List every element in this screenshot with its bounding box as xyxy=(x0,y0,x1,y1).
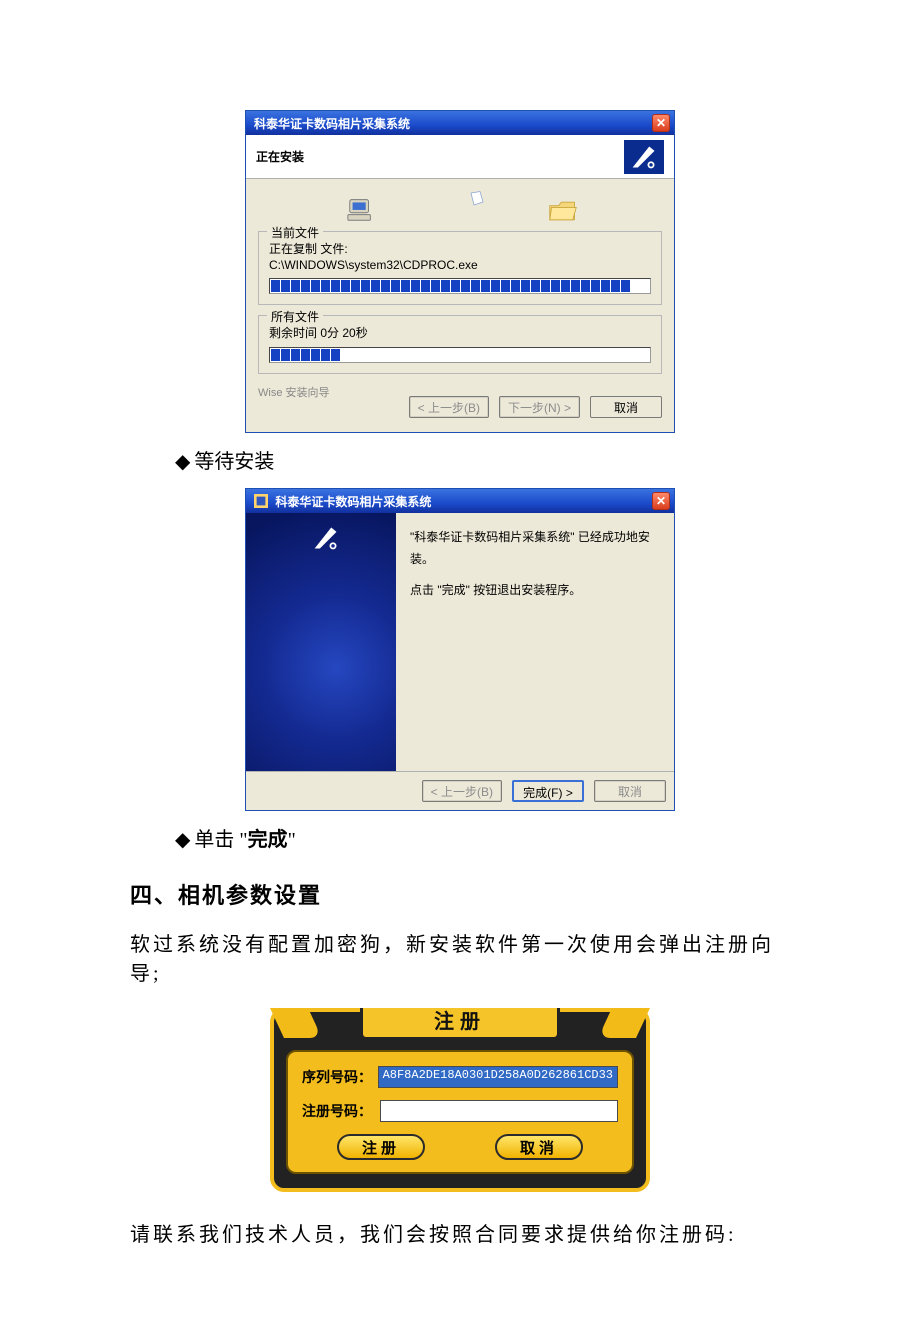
section-4-heading: 四、相机参数设置 xyxy=(130,878,790,910)
copy-animation xyxy=(258,185,662,227)
current-file-group: 当前文件 正在复制 文件: C:\WINDOWS\system32\CDPROC… xyxy=(258,231,662,305)
current-file-progress xyxy=(269,278,651,294)
finish-line-1: "科泰华证卡数码相片采集系统" 已经成功地安装。 xyxy=(410,527,660,570)
app-logo-icon xyxy=(306,521,346,555)
copying-path: C:\WINDOWS\system32\CDPROC.exe xyxy=(269,258,651,272)
paragraph-2: 请联系我们技术人员，我们会按照合同要求提供给你注册码: xyxy=(130,1218,790,1247)
installer-heading: 正在安装 xyxy=(256,148,304,165)
finish-line-2: 点击 "完成" 按钮退出安装程序。 xyxy=(410,580,660,602)
registration-dialog: 注册 序列号码： A8F8A2DE18A0301D258A0D262861CD3… xyxy=(270,1008,650,1192)
window-titlebar[interactable]: 科泰华证卡数码相片采集系统 ✕ xyxy=(246,111,674,135)
paper-icon xyxy=(468,190,486,211)
time-remaining: 剩余时间 0分 20秒 xyxy=(269,324,651,341)
installer-finish-window: 科泰华证卡数码相片采集系统 ✕ "科泰华证卡数码相片采集系统" 已经成功地安装。… xyxy=(245,488,675,811)
close-icon[interactable]: ✕ xyxy=(652,114,670,132)
computer-icon xyxy=(346,194,376,227)
cancel-button[interactable]: 取消 xyxy=(495,1134,583,1160)
finish-message-pane: "科泰华证卡数码相片采集系统" 已经成功地安装。 点击 "完成" 按钮退出安装程… xyxy=(396,513,674,771)
installer-header: 正在安装 xyxy=(246,135,674,179)
register-button[interactable]: 注册 xyxy=(337,1134,425,1160)
group-legend: 当前文件 xyxy=(267,224,323,241)
finish-side-panel xyxy=(246,513,396,771)
regno-input[interactable] xyxy=(380,1100,618,1122)
window-title: 科泰华证卡数码相片采集系统 xyxy=(254,493,431,510)
window-titlebar[interactable]: 科泰华证卡数码相片采集系统 ✕ xyxy=(246,489,674,513)
close-icon[interactable]: ✕ xyxy=(652,492,670,510)
copying-label: 正在复制 文件: xyxy=(269,240,651,257)
folder-icon xyxy=(548,198,578,227)
back-button[interactable]: < 上一步(B) xyxy=(422,780,502,802)
overall-progress xyxy=(269,347,651,363)
serial-input[interactable]: A8F8A2DE18A0301D258A0D262861CD33 xyxy=(378,1066,618,1088)
dialog-title: 注册 xyxy=(360,1008,560,1040)
cancel-button[interactable]: 取消 xyxy=(594,780,666,802)
regno-label: 注册号码： xyxy=(302,1101,380,1121)
installer-progress-window: 科泰华证卡数码相片采集系统 ✕ 正在安装 当前文件 xyxy=(245,110,675,433)
doc-bullet-finish: ◆单击 "完成" xyxy=(175,823,790,852)
doc-bullet-wait: ◆等待安装 xyxy=(175,445,790,474)
finish-button[interactable]: 完成(F) > xyxy=(512,780,584,802)
serial-label: 序列号码： xyxy=(302,1067,378,1087)
window-title: 科泰华证卡数码相片采集系统 xyxy=(254,115,410,132)
app-logo-icon xyxy=(624,140,664,174)
paragraph-1: 软过系统没有配置加密狗，新安装软件第一次使用会弹出注册向导; xyxy=(130,928,790,986)
group-legend: 所有文件 xyxy=(267,308,323,325)
wizard-brand: Wise 安装向导 xyxy=(258,384,662,400)
all-files-group: 所有文件 剩余时间 0分 20秒 xyxy=(258,315,662,374)
